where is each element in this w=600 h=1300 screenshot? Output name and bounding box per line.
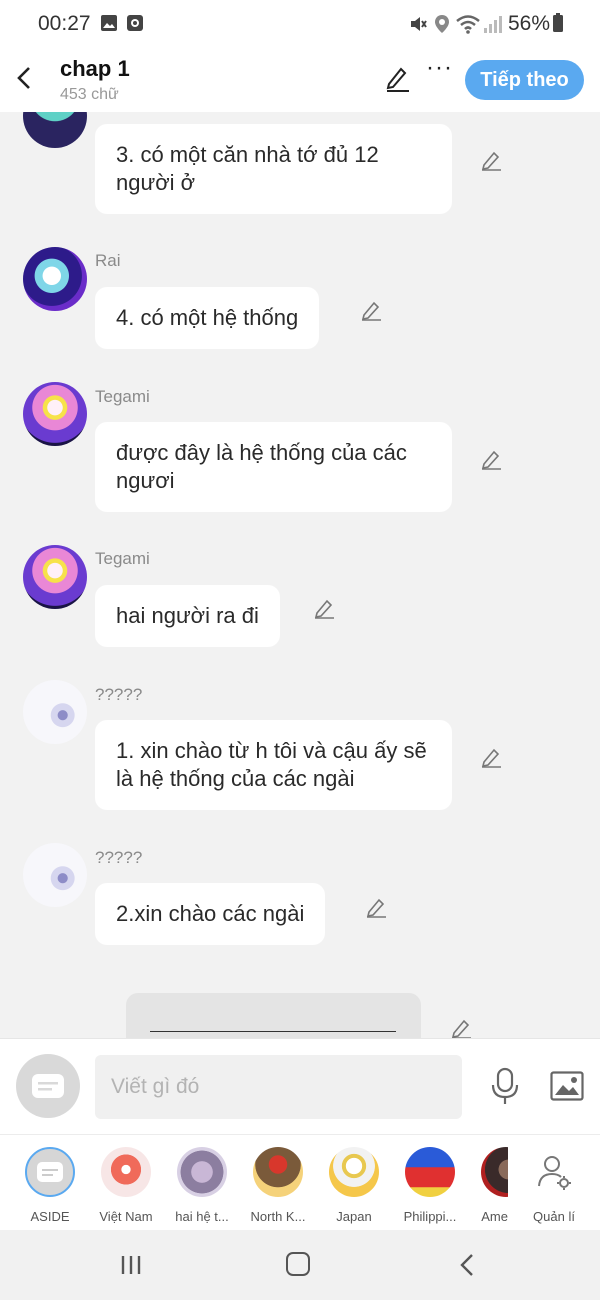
character-label: Quản lí	[533, 1209, 575, 1224]
avatar	[177, 1147, 227, 1197]
character-label: hai hệ t...	[175, 1209, 229, 1224]
message-bubble[interactable]: được đây là hệ thống của các ngươi	[95, 422, 452, 512]
sender-name: ?????	[95, 685, 143, 704]
story-header: chap 1 453 chữ ··· Tiếp theo	[0, 48, 600, 112]
character-item[interactable]: Philippi...	[392, 1147, 468, 1224]
aside-toggle-button[interactable]	[16, 1054, 80, 1118]
nav-back-icon[interactable]	[458, 1252, 476, 1283]
composer-bar	[0, 1038, 600, 1134]
pencil-icon[interactable]	[450, 1017, 472, 1038]
aside-avatar	[25, 1147, 75, 1197]
pencil-icon[interactable]	[360, 299, 382, 326]
home-icon[interactable]	[286, 1252, 310, 1276]
system-nav-bar	[0, 1230, 600, 1300]
avatar	[405, 1147, 455, 1197]
avatar	[101, 1147, 151, 1197]
character-label: Việt Nam	[99, 1209, 153, 1224]
avatar[interactable]	[23, 843, 87, 907]
avatar	[253, 1147, 303, 1197]
character-item[interactable]: North K...	[240, 1147, 316, 1224]
character-item[interactable]: Japan	[316, 1147, 392, 1224]
wifi-icon	[456, 14, 480, 39]
character-item[interactable]: Việt Nam	[88, 1147, 164, 1224]
pencil-icon[interactable]	[480, 149, 502, 176]
word-count: 453 chữ	[60, 86, 119, 103]
sender-name: Tegami	[95, 549, 150, 568]
message-bubble[interactable]: hai người ra đi	[95, 585, 280, 647]
avatar[interactable]	[23, 247, 87, 311]
edit-icon[interactable]	[384, 64, 410, 97]
sender-name: Tegami	[95, 387, 150, 406]
aside-icon	[32, 1074, 64, 1098]
aside-divider	[150, 1031, 396, 1032]
avatar[interactable]	[23, 545, 87, 609]
message-input[interactable]	[95, 1055, 462, 1119]
mic-icon[interactable]	[490, 1067, 520, 1112]
character-aside[interactable]: ASIDE	[12, 1147, 88, 1224]
pencil-icon[interactable]	[480, 746, 502, 773]
chapter-title: chap 1	[60, 56, 130, 81]
avatar[interactable]	[23, 680, 87, 744]
battery-icon	[552, 13, 564, 38]
image-icon[interactable]	[550, 1071, 584, 1106]
camera-notification-icon	[126, 14, 144, 37]
character-label: Ame	[481, 1209, 508, 1224]
back-arrow-icon[interactable]	[12, 62, 36, 94]
message-bubble[interactable]: 1. xin chào từ h tôi và cậu ấy sẽ là hệ …	[95, 720, 452, 810]
avatar[interactable]	[23, 112, 87, 148]
character-label: Philippi...	[403, 1209, 457, 1224]
character-label: North K...	[250, 1209, 306, 1224]
character-bar[interactable]: ASIDE Việt Nam hai hệ t... North K... Ja…	[0, 1134, 600, 1230]
battery-percent: 56%	[508, 12, 551, 35]
character-label: ASIDE	[30, 1209, 70, 1224]
pencil-icon[interactable]	[480, 448, 502, 475]
avatar	[481, 1147, 508, 1197]
avatar	[329, 1147, 379, 1197]
recent-apps-icon[interactable]	[120, 1254, 142, 1281]
pencil-icon[interactable]	[365, 896, 387, 923]
message-bubble[interactable]: 3. có một căn nhà tớ đủ 12 người ở	[95, 124, 452, 214]
avatar[interactable]	[23, 382, 87, 446]
sender-name: ?????	[95, 848, 143, 867]
character-item[interactable]: Ame	[468, 1147, 508, 1224]
character-item[interactable]: hai hệ t...	[164, 1147, 240, 1224]
character-label: Japan	[336, 1209, 372, 1224]
chat-area[interactable]: 3. có một căn nhà tớ đủ 12 người ở Rai 4…	[0, 112, 600, 1038]
manage-icon	[529, 1147, 579, 1197]
gallery-notification-icon	[100, 14, 118, 37]
next-button[interactable]: Tiếp theo	[465, 60, 584, 100]
mute-icon	[408, 14, 428, 39]
location-icon	[434, 14, 450, 39]
signal-icon	[482, 14, 502, 39]
more-icon[interactable]: ···	[426, 54, 453, 82]
status-bar: 00:27 56%	[0, 0, 600, 48]
pencil-icon[interactable]	[313, 597, 335, 624]
message-bubble[interactable]: 4. có một hệ thống	[95, 287, 320, 349]
manage-characters-button[interactable]: Quản lí	[516, 1147, 592, 1224]
sender-name: Rai	[95, 251, 121, 270]
message-bubble[interactable]: 2.xin chào các ngài	[95, 883, 326, 945]
status-time: 00:27	[38, 12, 91, 35]
